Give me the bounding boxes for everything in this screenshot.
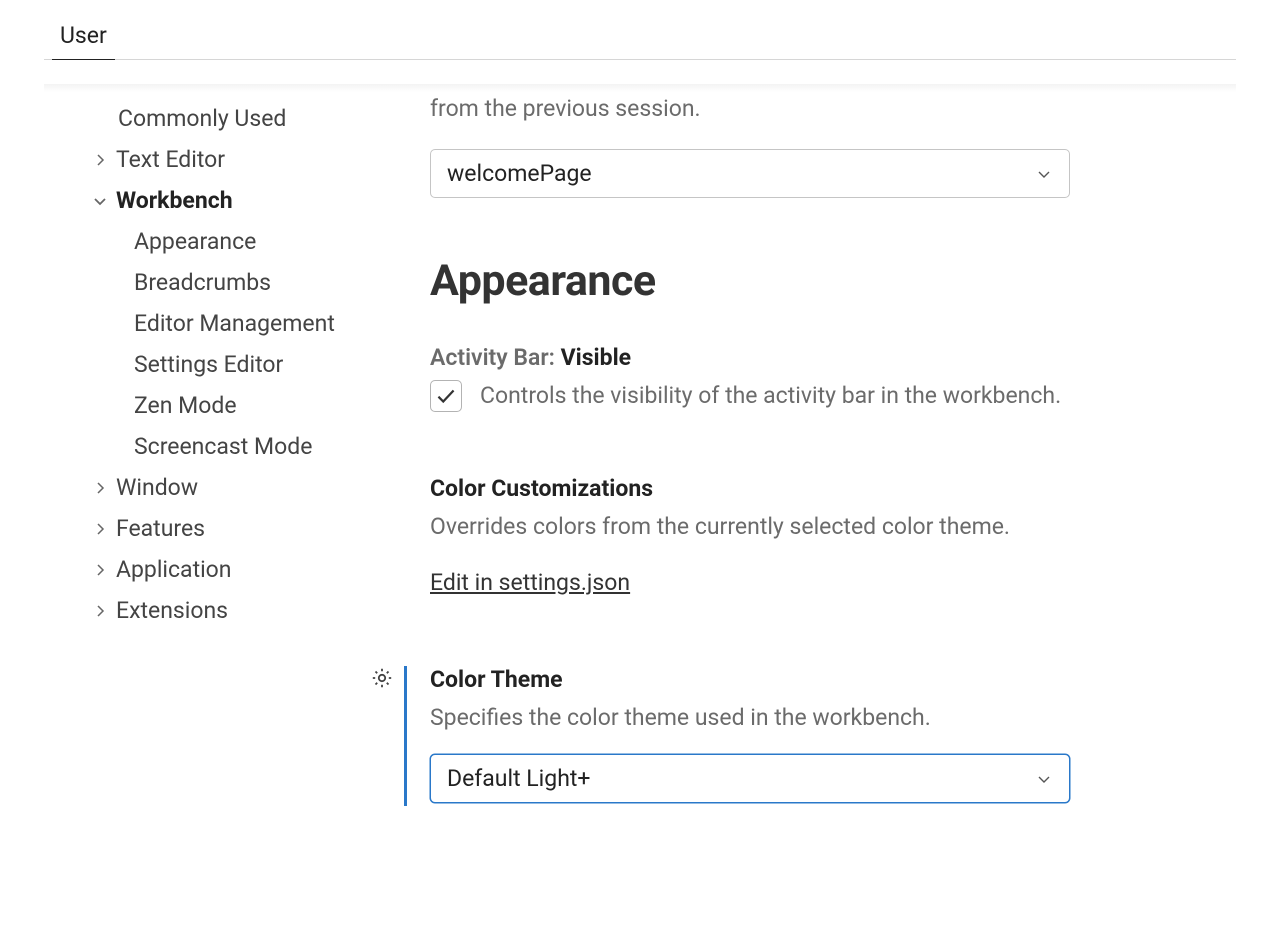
tree-item-workbench[interactable]: Workbench	[44, 180, 384, 221]
select-value: Default Light+	[447, 765, 590, 792]
checkbox-activity-bar-visible[interactable]	[430, 380, 462, 412]
tree-item-zen-mode[interactable]: Zen Mode	[44, 385, 384, 426]
tree-label: Extensions	[116, 599, 228, 622]
setting-desc: Specifies the color theme used in the wo…	[430, 701, 1226, 734]
tree-label: Workbench	[116, 189, 233, 212]
modified-bar	[404, 666, 407, 806]
tree-item-commonly-used[interactable]: Commonly Used	[44, 98, 384, 139]
chevron-right-icon	[90, 519, 110, 539]
chevron-down-icon	[1035, 165, 1053, 183]
chevron-down-icon	[90, 191, 110, 211]
tree-item-editor-management[interactable]: Editor Management	[44, 303, 384, 344]
edit-in-settings-json-link[interactable]: Edit in settings.json	[430, 569, 630, 596]
tree-label: Appearance	[134, 230, 256, 253]
tree-item-application[interactable]: Application	[44, 549, 384, 590]
tree-label: Features	[116, 517, 205, 540]
startup-editor-select[interactable]: welcomePage	[430, 149, 1070, 198]
scroll-shadow	[44, 84, 1236, 92]
tab-user[interactable]: User	[56, 18, 111, 59]
settings-main: from the previous session. welcomePage A…	[384, 92, 1236, 803]
setting-desc: Overrides colors from the currently sele…	[430, 510, 1226, 543]
section-heading-appearance: Appearance	[430, 256, 1226, 306]
gear-icon[interactable]	[370, 666, 394, 690]
setting-title-suffix: Visible	[561, 344, 631, 371]
setting-desc: Controls the visibility of the activity …	[480, 379, 1061, 412]
setting-title-color-theme: Color Theme	[430, 666, 1226, 693]
tree-item-breadcrumbs[interactable]: Breadcrumbs	[44, 262, 384, 303]
tree-label: Commonly Used	[118, 107, 286, 130]
tree-label: Breadcrumbs	[134, 271, 271, 294]
tree-label: Application	[116, 558, 232, 581]
tree-item-features[interactable]: Features	[44, 508, 384, 549]
setting-title-activity-bar-visible: Activity Bar: Visible	[430, 344, 1226, 371]
tree-label: Zen Mode	[134, 394, 237, 417]
setting-title-color-customizations: Color Customizations	[430, 475, 1226, 502]
tree-label: Window	[116, 476, 198, 499]
chevron-right-icon	[90, 478, 110, 498]
color-theme-select[interactable]: Default Light+	[430, 754, 1070, 803]
tree-label: Screencast Mode	[134, 435, 312, 458]
tree-label: Text Editor	[116, 148, 225, 171]
modified-setting-indicator	[370, 666, 407, 806]
tree-item-screencast-mode[interactable]: Screencast Mode	[44, 426, 384, 467]
startup-editor-desc-partial: from the previous session.	[430, 92, 1226, 125]
tree-item-text-editor[interactable]: Text Editor	[44, 139, 384, 180]
tree-label: Editor Management	[134, 312, 335, 335]
chevron-down-icon	[1035, 770, 1053, 788]
chevron-right-icon	[90, 150, 110, 170]
tree-label: Settings Editor	[134, 353, 283, 376]
tree-item-settings-editor[interactable]: Settings Editor	[44, 344, 384, 385]
select-value: welcomePage	[447, 160, 592, 187]
tree-item-appearance[interactable]: Appearance	[44, 221, 384, 262]
tree-item-extensions[interactable]: Extensions	[44, 590, 384, 631]
tree-item-window[interactable]: Window	[44, 467, 384, 508]
chevron-right-icon	[90, 560, 110, 580]
chevron-right-icon	[90, 601, 110, 621]
setting-title-prefix: Activity Bar:	[430, 344, 555, 371]
settings-scope-tabs: User	[44, 18, 1236, 60]
settings-tree: Commonly Used Text Editor Workbench Appe…	[44, 92, 384, 631]
